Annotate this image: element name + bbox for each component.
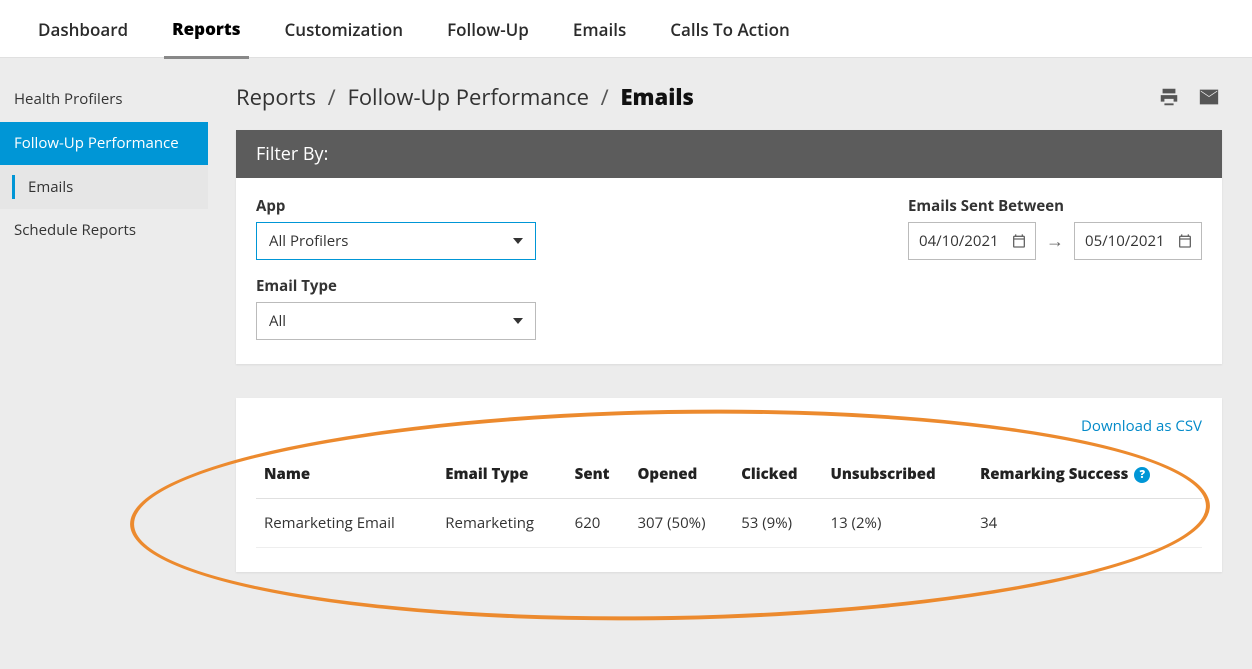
col-remarking-success[interactable]: Remarking Success ? — [972, 454, 1202, 499]
calendar-icon — [1177, 233, 1193, 249]
app-label: App — [256, 196, 908, 216]
app-select[interactable]: All Profilers — [256, 222, 536, 260]
sidebar-item-schedule-reports[interactable]: Schedule Reports — [0, 209, 208, 253]
results-card: Download as CSV Name Email Type Sent Ope… — [236, 398, 1222, 572]
chevron-down-icon — [513, 238, 523, 244]
email-type-label: Email Type — [256, 276, 908, 296]
sidebar-subitem-emails[interactable]: Emails — [0, 165, 208, 209]
nav-emails[interactable]: Emails — [565, 0, 634, 57]
results-table: Name Email Type Sent Opened Clicked Unsu… — [256, 454, 1202, 548]
col-name[interactable]: Name — [256, 454, 437, 499]
cell-name: Remarketing Email — [256, 499, 437, 548]
col-clicked[interactable]: Clicked — [733, 454, 822, 499]
help-icon[interactable]: ? — [1134, 467, 1150, 483]
col-email-type[interactable]: Email Type — [437, 454, 566, 499]
sidebar-subitem-label: Emails — [28, 177, 73, 197]
nav-dashboard[interactable]: Dashboard — [30, 0, 136, 57]
date-range-label: Emails Sent Between — [908, 196, 1202, 216]
calendar-icon — [1011, 233, 1027, 249]
print-icon[interactable] — [1156, 86, 1182, 108]
main-content: Reports / Follow-Up Performance / Emails… — [208, 78, 1222, 572]
breadcrumb-mid[interactable]: Follow-Up Performance — [347, 82, 588, 112]
cell-opened: 307 (50%) — [629, 499, 733, 548]
sidebar: Health Profilers Follow-Up Performance E… — [0, 78, 208, 572]
cell-unsubscribed: 13 (2%) — [823, 499, 973, 548]
arrow-right-icon: → — [1046, 229, 1064, 253]
col-unsubscribed[interactable]: Unsubscribed — [823, 454, 973, 499]
date-from-input[interactable]: 04/10/2021 — [908, 222, 1036, 260]
nav-follow-up[interactable]: Follow-Up — [439, 0, 537, 57]
breadcrumb-current: Emails — [620, 82, 693, 112]
breadcrumb-root[interactable]: Reports — [236, 82, 316, 112]
breadcrumb-sep: / — [601, 82, 609, 112]
col-remarking-success-label: Remarking Success — [980, 464, 1128, 484]
table-header-row: Name Email Type Sent Opened Clicked Unsu… — [256, 454, 1202, 499]
cell-email-type: Remarketing — [437, 499, 566, 548]
sidebar-item-health-profilers[interactable]: Health Profilers — [0, 78, 208, 122]
nav-calls-to-action[interactable]: Calls To Action — [662, 0, 798, 57]
breadcrumb-sep: / — [328, 82, 336, 112]
nav-customization[interactable]: Customization — [277, 0, 412, 57]
filter-title: Filter By: — [236, 130, 1222, 178]
top-nav: Dashboard Reports Customization Follow-U… — [0, 0, 1252, 58]
col-opened[interactable]: Opened — [629, 454, 733, 499]
date-to-value: 05/10/2021 — [1085, 231, 1165, 251]
email-type-select-value: All — [269, 311, 286, 331]
sidebar-item-follow-up-performance[interactable]: Follow-Up Performance — [0, 122, 208, 166]
nav-reports[interactable]: Reports — [164, 0, 248, 59]
cell-sent: 620 — [567, 499, 630, 548]
email-icon[interactable] — [1196, 86, 1222, 108]
app-select-value: All Profilers — [269, 231, 348, 251]
chevron-down-icon — [513, 318, 523, 324]
page-action-icons — [1156, 86, 1222, 108]
col-sent[interactable]: Sent — [567, 454, 630, 499]
table-row: Remarketing Email Remarketing 620 307 (5… — [256, 499, 1202, 548]
cell-clicked: 53 (9%) — [733, 499, 822, 548]
date-from-value: 04/10/2021 — [919, 231, 999, 251]
breadcrumb: Reports / Follow-Up Performance / Emails — [236, 82, 694, 112]
date-to-input[interactable]: 05/10/2021 — [1074, 222, 1202, 260]
filter-card: Filter By: App All Profilers Email Type … — [236, 130, 1222, 364]
download-csv-link[interactable]: Download as CSV — [1081, 416, 1202, 436]
email-type-select[interactable]: All — [256, 302, 536, 340]
cell-remarking-success: 34 — [972, 499, 1202, 548]
